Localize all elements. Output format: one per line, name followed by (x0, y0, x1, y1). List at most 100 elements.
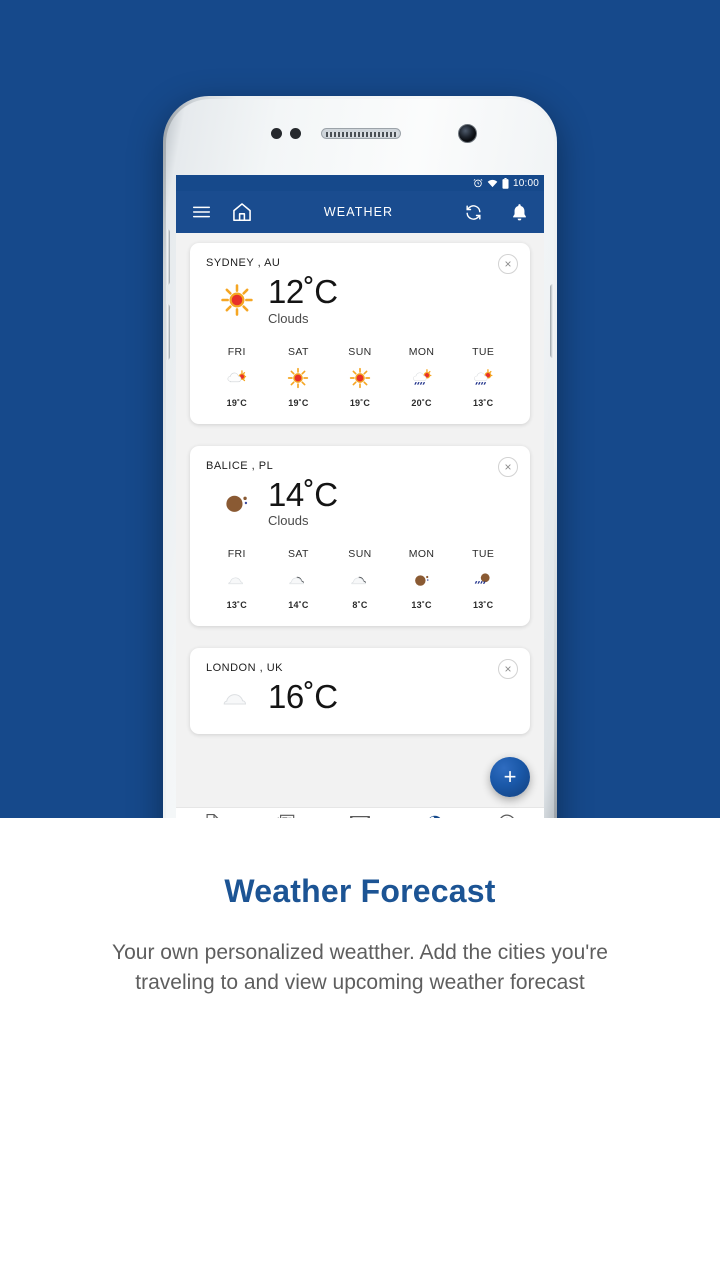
forecast-day-label: MON (408, 345, 435, 358)
alarm-icon (473, 178, 483, 188)
bottom-navigation: Docs Guide (176, 807, 544, 818)
brown-cloud-icon (414, 575, 429, 587)
current-weather-row: 14˚C Clouds (206, 472, 514, 533)
forecast-day: TUE 13˚C (452, 548, 514, 610)
earpiece-speaker-icon (321, 128, 401, 139)
dark-cloud-icon (289, 576, 305, 585)
wifi-icon (487, 178, 498, 188)
forecast-temperature: 13˚C (411, 600, 432, 611)
forecast-day-label: TUE (472, 345, 495, 358)
add-city-button[interactable]: + (490, 757, 530, 797)
forecast-temperature: 19˚C (226, 397, 247, 408)
brown-cloud-rain-icon (474, 573, 490, 585)
app-bar-title: WEATHER (323, 205, 394, 219)
sun-icon (349, 367, 371, 388)
volume-down-button[interactable] (166, 304, 170, 360)
status-bar: 10:00 (176, 175, 544, 191)
forecast-temperature: 20˚C (411, 397, 432, 408)
forecast-row: FRI 13˚C SAT 14˚C SUN 8˚C MON 13˚C TUE 1… (206, 548, 514, 612)
forecast-day: SUN 19˚C (329, 346, 391, 408)
forecast-day-label: MON (408, 548, 435, 561)
front-camera-icon (458, 124, 477, 143)
close-icon[interactable]: × (498, 659, 518, 680)
current-weather-row: 16˚C (206, 674, 514, 720)
brown-cloud-icon (226, 495, 248, 512)
current-temperature: 14˚C (268, 475, 338, 513)
app-bar: WEATHER (176, 191, 544, 233)
nav-item-currency[interactable]: Currency (470, 808, 544, 818)
forecast-temperature: 14˚C (288, 600, 309, 611)
dollar-circle-icon (497, 813, 517, 818)
close-icon[interactable]: × (498, 456, 518, 477)
battery-icon (502, 177, 509, 189)
sun-icon (221, 284, 253, 317)
news-icon (276, 813, 296, 818)
current-description: Clouds (268, 513, 309, 529)
home-icon[interactable] (231, 201, 253, 223)
weather-card[interactable]: SYDNEY , AU × 12˚C Clouds FRI 19˚C SAT 1… (190, 243, 530, 424)
weather-card[interactable]: LONDON , UK × 16˚C (190, 648, 530, 734)
forecast-temperature: 13˚C (226, 600, 247, 611)
forecast-day-label: FRI (227, 345, 246, 358)
forecast-day: TUE 13˚C (452, 346, 514, 408)
cloud-icon (422, 813, 445, 818)
dark-cloud-icon (351, 576, 367, 585)
forecast-day: FRI 13˚C (206, 548, 268, 610)
forecast-row: FRI 19˚C SAT 19˚C SUN 19˚C MON 20˚C TUE … (206, 346, 514, 410)
power-button[interactable] (550, 284, 554, 358)
sun-behind-rain-icon (412, 368, 432, 385)
city-name: BALICE , PL (206, 459, 274, 472)
forecast-day-label: SAT (287, 345, 309, 358)
forecast-temperature: 19˚C (288, 397, 309, 408)
cloud-icon (223, 694, 247, 705)
weather-card[interactable]: BALICE , PL × 14˚C Clouds FRI 13˚C SAT 1… (190, 445, 530, 627)
forecast-temperature: 8˚C (352, 600, 368, 611)
nav-item-docs[interactable]: Docs (176, 808, 250, 818)
phone-mockup: 10:00 WEATHER SYDNEY , AU × 12˚C Clouds … (163, 96, 557, 818)
city-name: LONDON , UK (206, 662, 284, 675)
forecast-temperature: 13˚C (473, 600, 494, 611)
volume-up-button[interactable] (166, 229, 170, 285)
city-name: SYDNEY , AU (206, 257, 281, 269)
forecast-day-label: SAT (287, 548, 309, 561)
document-icon (203, 813, 222, 818)
status-bar-time: 10:00 (512, 177, 539, 189)
nav-item-message[interactable]: Message (323, 808, 397, 818)
envelope-icon (349, 814, 371, 818)
forecast-day-label: SUN (348, 345, 372, 358)
hamburger-menu-icon[interactable] (192, 205, 211, 219)
sun-icon (288, 367, 309, 388)
caption-section: Weather Forecast Your own personalized w… (0, 818, 720, 999)
refresh-icon[interactable] (464, 203, 483, 222)
forecast-day: SUN 8˚C (329, 548, 391, 610)
phone-screen: 10:00 WEATHER SYDNEY , AU × 12˚C Clouds … (176, 175, 544, 818)
nav-item-guide[interactable]: Guide (250, 808, 324, 818)
forecast-day: MON 20˚C (391, 346, 453, 408)
forecast-day: FRI 19˚C (206, 346, 268, 408)
page-title: Weather Forecast (224, 873, 496, 909)
weather-card-list[interactable]: SYDNEY , AU × 12˚C Clouds FRI 19˚C SAT 1… (176, 233, 544, 818)
nav-item-weather[interactable]: Weather (397, 808, 471, 818)
forecast-day-label: SUN (348, 548, 372, 561)
current-weather-row: 12˚C Clouds (206, 269, 514, 330)
forecast-day: SAT 14˚C (268, 548, 330, 610)
page-description: Your own personalized weatther. Add the … (112, 941, 608, 995)
sun-behind-cloud-icon (227, 369, 246, 382)
forecast-day: MON 13˚C (391, 548, 453, 610)
sun-behind-rain-icon (474, 368, 493, 385)
current-temperature: 12˚C (268, 273, 338, 310)
forecast-temperature: 19˚C (349, 397, 371, 408)
close-icon[interactable]: × (498, 254, 518, 274)
forecast-day-label: FRI (227, 548, 246, 561)
current-temperature: 16˚C (268, 678, 338, 716)
plus-icon: + (503, 764, 517, 789)
current-description: Clouds (268, 310, 309, 326)
phone-top-bezel (166, 99, 554, 165)
proximity-sensor-icon (271, 128, 282, 139)
forecast-temperature: 13˚C (473, 397, 494, 408)
light-sensor-icon (290, 128, 301, 139)
forecast-day: SAT 19˚C (268, 346, 330, 408)
light-cloud-icon (228, 577, 243, 585)
hero-banner: 10:00 WEATHER SYDNEY , AU × 12˚C Clouds … (0, 0, 720, 818)
bell-icon[interactable] (511, 203, 528, 222)
